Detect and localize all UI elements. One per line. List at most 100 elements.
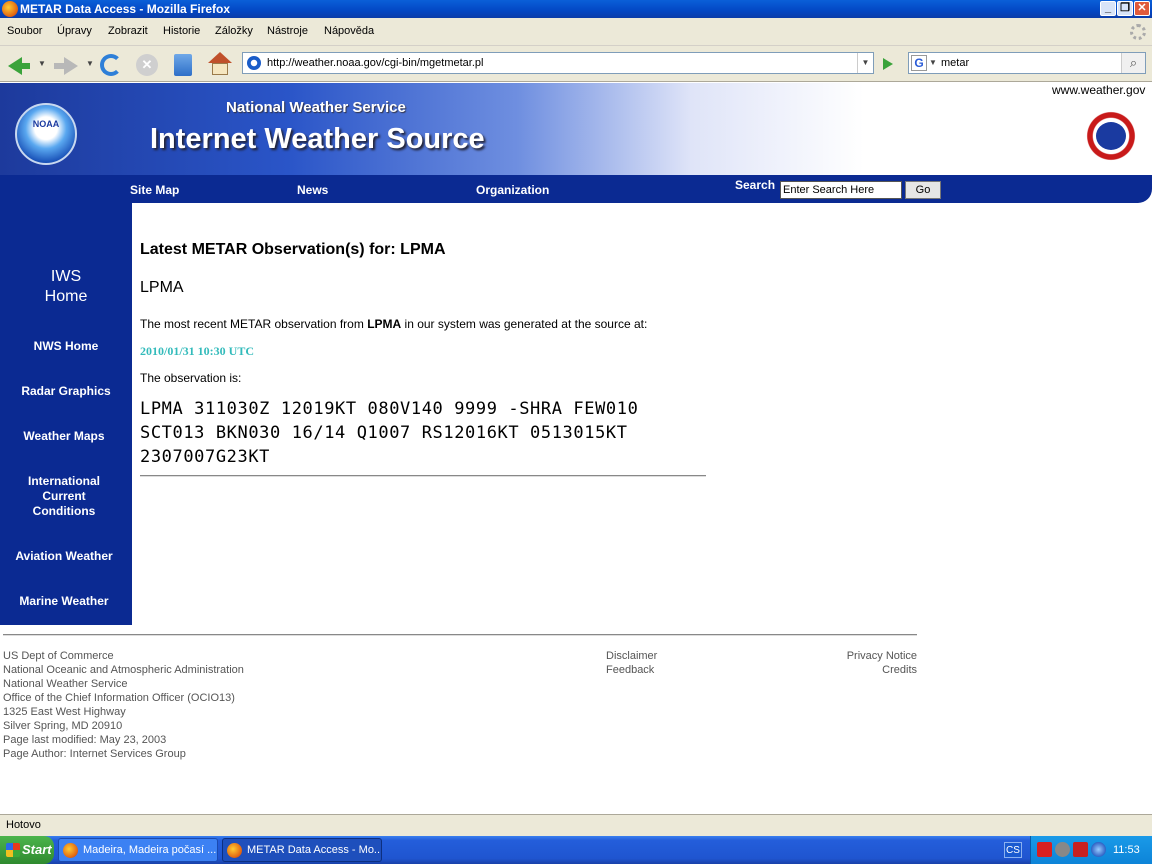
- menu-help[interactable]: Nápověda: [324, 25, 374, 37]
- menu-view[interactable]: Zobrazit: [108, 25, 148, 37]
- sidebar-item-aviation-weather[interactable]: Aviation Weather: [0, 549, 130, 564]
- system-tray: 11:53: [1030, 836, 1152, 864]
- sidebar-item-nws-home[interactable]: NWS Home: [0, 339, 132, 354]
- metar-line: LPMA 311030Z 12019KT 080V140 9999 -SHRA …: [140, 399, 639, 419]
- search-bar-text[interactable]: metar: [941, 57, 969, 69]
- minimize-button[interactable]: _: [1100, 1, 1116, 16]
- back-history-dropdown-icon[interactable]: ▼: [38, 59, 46, 68]
- stop-icon[interactable]: ✕: [136, 54, 158, 76]
- feedback-link[interactable]: Feedback: [606, 663, 657, 677]
- organization-link[interactable]: Organization: [476, 183, 549, 197]
- footer-line[interactable]: Page Author: Internet Services Group: [3, 747, 244, 761]
- security-icon[interactable]: [1073, 842, 1088, 857]
- status-text: Hotovo: [6, 819, 41, 831]
- home-icon[interactable]: [208, 52, 232, 76]
- reload-icon[interactable]: [100, 54, 122, 76]
- taskbar-item-metar[interactable]: METAR Data Access - Mo...: [222, 838, 382, 862]
- start-label: Start: [22, 842, 52, 857]
- url-dropdown-icon[interactable]: ▼: [857, 53, 873, 73]
- start-button[interactable]: Start: [0, 836, 54, 864]
- search-bar[interactable]: G ▼ metar ⌕: [908, 52, 1146, 74]
- menu-bookmarks[interactable]: Záložky: [215, 25, 253, 37]
- forward-history-dropdown-icon[interactable]: ▼: [86, 59, 94, 68]
- go-button[interactable]: [878, 54, 898, 74]
- sidebar-item-iws-home[interactable]: IWS Home: [0, 267, 132, 307]
- credits-link[interactable]: Credits: [800, 663, 917, 677]
- back-button[interactable]: [18, 63, 30, 69]
- top-nav: Site Map News Organization Search Enter …: [0, 175, 1152, 203]
- sidebar-item-international-conditions[interactable]: International Current Conditions: [0, 474, 130, 519]
- window-title: METAR Data Access - Mozilla Firefox: [20, 2, 231, 16]
- nws-subtitle: National Weather Service: [226, 99, 406, 116]
- station-heading: LPMA: [140, 279, 184, 296]
- metar-report: LPMA 311030Z 12019KT 080V140 9999 -SHRA …: [140, 397, 740, 469]
- throbber-icon: [1130, 24, 1146, 40]
- footer-line[interactable]: Office of the Chief Information Officer …: [3, 691, 244, 705]
- taskbar-item-madeira[interactable]: Madeira, Madeira počasí ...: [58, 838, 218, 862]
- clock[interactable]: 11:53: [1113, 844, 1140, 856]
- footer-line[interactable]: National Oceanic and Atmospheric Adminis…: [3, 663, 244, 677]
- menu-tools[interactable]: Nástroje: [267, 25, 308, 37]
- menu-file[interactable]: Soubor: [7, 25, 42, 37]
- intl-line2: Current: [42, 489, 86, 503]
- intro-post: in our system was generated at the sourc…: [401, 317, 648, 331]
- url-bar[interactable]: http://weather.noaa.gov/cgi-bin/mgetmeta…: [242, 52, 874, 74]
- firefox-icon: [2, 1, 18, 17]
- site-map-link[interactable]: Site Map: [130, 183, 179, 197]
- site-search-go-button[interactable]: Go: [905, 181, 941, 199]
- search-magnifier-icon[interactable]: ⌕: [1121, 53, 1145, 73]
- site-title: Internet Weather Source: [150, 123, 485, 155]
- metar-line: 2307007G23KT: [140, 447, 271, 467]
- status-bar: Hotovo: [0, 814, 1152, 836]
- site-search-input[interactable]: Enter Search Here: [780, 181, 902, 199]
- privacy-notice-link[interactable]: Privacy Notice: [800, 649, 917, 663]
- taskbar: Start Madeira, Madeira počasí ... METAR …: [0, 836, 1152, 864]
- iws-home-line2: Home: [44, 288, 88, 305]
- nws-logo[interactable]: [1076, 105, 1146, 167]
- forward-arrow-icon[interactable]: [64, 57, 78, 75]
- intro-station: LPMA: [367, 317, 402, 331]
- intl-line3: Conditions: [32, 504, 96, 518]
- site-favicon-icon: [247, 56, 261, 70]
- noaa-logo-text: NOAA: [32, 119, 60, 129]
- close-button[interactable]: ✕: [1134, 1, 1150, 16]
- task-label: METAR Data Access - Mo...: [247, 844, 382, 856]
- language-indicator[interactable]: CS: [1004, 842, 1022, 858]
- news-link[interactable]: News: [297, 183, 328, 197]
- footer-line[interactable]: National Weather Service: [3, 677, 244, 691]
- menu-history[interactable]: Historie: [163, 25, 200, 37]
- engine-dropdown-icon[interactable]: ▼: [929, 58, 937, 67]
- network-icon[interactable]: [1091, 842, 1106, 857]
- task-label: Madeira, Madeira počasí ...: [83, 844, 217, 856]
- footer-address: US Dept of Commerce National Oceanic and…: [3, 649, 244, 761]
- ati-icon[interactable]: [1037, 842, 1052, 857]
- firefox-icon: [63, 843, 78, 858]
- footer-right-links: Privacy Notice Credits: [800, 649, 917, 677]
- content-divider: [140, 475, 706, 477]
- sidebar-item-weather-maps[interactable]: Weather Maps: [0, 429, 130, 444]
- footer-line: 1325 East West Highway: [3, 706, 126, 718]
- sidebar-item-marine-weather[interactable]: Marine Weather: [0, 594, 130, 609]
- menu-edit[interactable]: Úpravy: [57, 25, 92, 37]
- search-label: Search: [735, 178, 776, 192]
- page-heading: Latest METAR Observation(s) for: LPMA: [140, 241, 446, 258]
- navigation-toolbar: ▼ ▼ ✕ http://weather.noaa.gov/cgi-bin/mg…: [0, 46, 1152, 82]
- bookmarks-icon[interactable]: [174, 54, 192, 76]
- intl-line1: International: [27, 474, 100, 488]
- footer-line: Page last modified: May 23, 2003: [3, 734, 167, 746]
- footer-line[interactable]: US Dept of Commerce: [3, 649, 244, 663]
- windows-flag-icon: [6, 843, 20, 857]
- observation-timestamp: 2010/01/31 10:30 UTC: [140, 344, 254, 358]
- sound-icon[interactable]: [1055, 842, 1070, 857]
- noaa-logo[interactable]: NOAA: [15, 103, 77, 165]
- restore-button[interactable]: ❐: [1117, 1, 1133, 16]
- page-header: NOAA National Weather Service Internet W…: [0, 83, 1152, 175]
- url-text[interactable]: http://weather.noaa.gov/cgi-bin/mgetmeta…: [267, 57, 483, 69]
- sidebar-item-radar-graphics[interactable]: Radar Graphics: [0, 384, 132, 399]
- go-arrow-icon: [883, 58, 893, 70]
- weather-gov-link[interactable]: www.weather.gov: [1052, 83, 1145, 97]
- intro-text: The most recent METAR observation from L…: [140, 317, 647, 331]
- observation-label: The observation is:: [140, 371, 242, 385]
- disclaimer-link[interactable]: Disclaimer: [606, 649, 657, 663]
- google-engine-icon[interactable]: G: [911, 55, 927, 71]
